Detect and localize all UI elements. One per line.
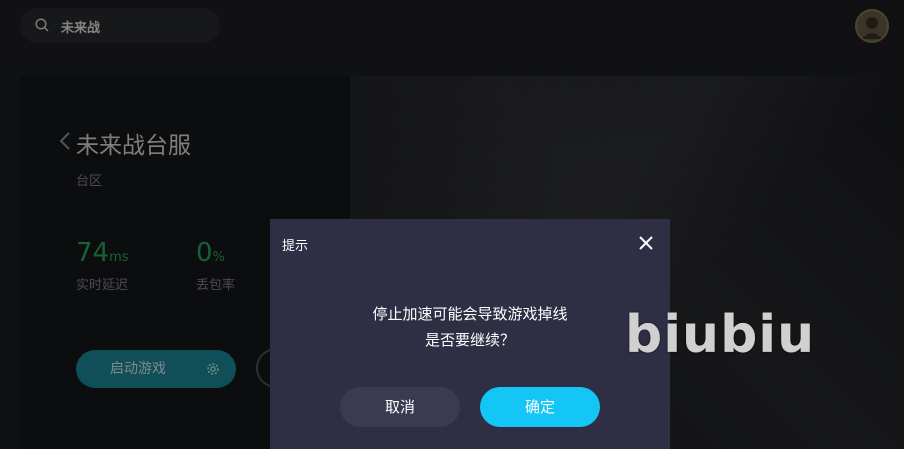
cancel-button[interactable]: 取消 <box>340 387 460 427</box>
dialog-message-line2: 是否要继续？ <box>424 331 515 349</box>
dialog-title: 提示 <box>282 239 309 254</box>
close-icon[interactable] <box>637 234 655 252</box>
confirm-dialog: 提示 停止加速可能会导致游戏掉线 是否要继续？ 取消 确定 <box>270 219 670 449</box>
dialog-message-line1: 停止加速可能会导致游戏掉线 <box>372 305 568 323</box>
watermark-logo: biubiu <box>625 305 816 365</box>
confirm-button[interactable]: 确定 <box>480 387 600 427</box>
